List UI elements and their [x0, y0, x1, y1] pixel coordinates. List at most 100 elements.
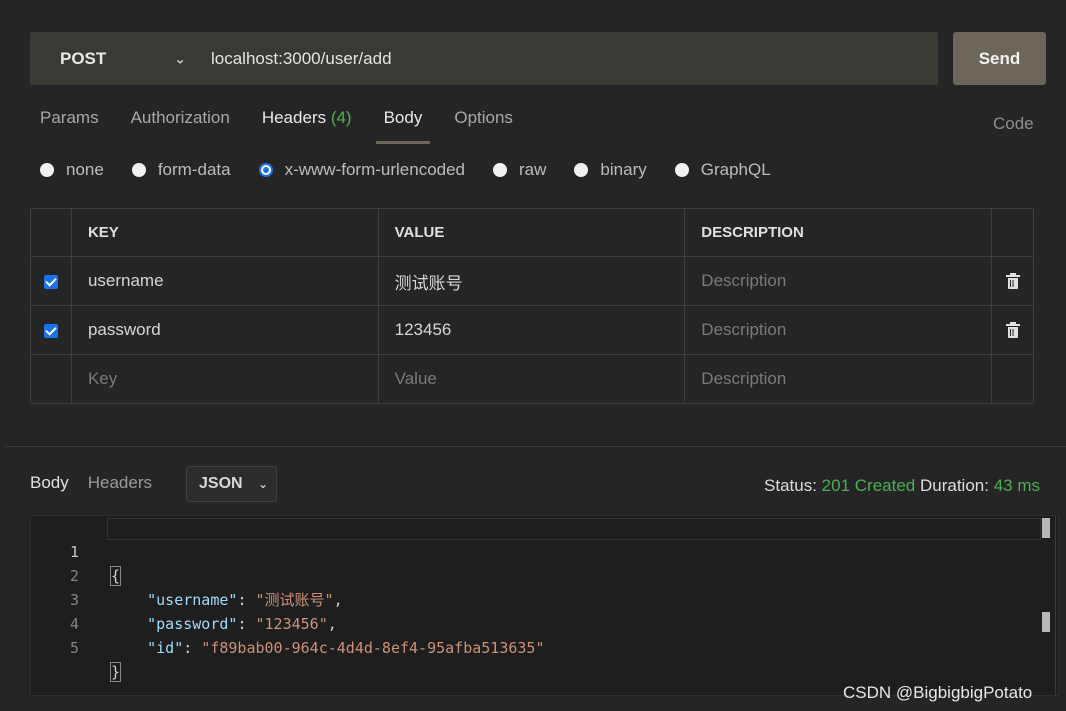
- tab-body[interactable]: Body: [375, 104, 431, 144]
- radio-label: form-data: [157, 160, 231, 179]
- watermark: CSDN @BigbigbigPotato: [843, 683, 1033, 702]
- format-select[interactable]: JSON ⌄: [186, 466, 277, 502]
- delete-cell[interactable]: [991, 256, 1034, 306]
- header-value: VALUE: [377, 208, 686, 257]
- radio-graphql[interactable]: GraphQL: [674, 160, 771, 180]
- table-row: password 123456 Description: [30, 305, 1034, 355]
- trash-icon[interactable]: [1005, 321, 1020, 338]
- value-cell[interactable]: 123456: [377, 305, 686, 355]
- row-checkbox-cell[interactable]: [30, 256, 72, 306]
- radio-label: GraphQL: [700, 160, 771, 179]
- json-value: "f89bab00-964c-4d4d-8ef4-95afba513635": [201, 639, 545, 657]
- radio-label: raw: [519, 160, 547, 179]
- checkbox-checked[interactable]: [43, 274, 58, 289]
- key-cell[interactable]: password: [70, 305, 379, 355]
- send-button[interactable]: Send: [953, 32, 1046, 85]
- section-divider: [5, 446, 1066, 447]
- scrollbar-marker[interactable]: [1042, 612, 1050, 632]
- radio-raw[interactable]: raw: [493, 160, 546, 180]
- description-cell[interactable]: Description: [684, 305, 993, 355]
- header-key: KEY: [70, 208, 379, 257]
- body-type-radios: none form-data x-www-form-urlencoded raw…: [40, 160, 799, 180]
- code-link[interactable]: Code: [993, 114, 1034, 134]
- response-tab-body[interactable]: Body: [30, 473, 69, 493]
- tab-params[interactable]: Params: [40, 104, 99, 144]
- code-line: 4 "id": "f89bab00-964c-4d4d-8ef4-95afba5…: [31, 588, 545, 657]
- checkbox-checked[interactable]: [43, 323, 58, 338]
- status-label: Status:: [764, 476, 817, 495]
- url-input[interactable]: localhost:3000/user/add: [200, 32, 938, 85]
- tab-options[interactable]: Options: [454, 104, 513, 144]
- key-cell[interactable]: username: [70, 256, 379, 306]
- params-table: KEY VALUE DESCRIPTION username 测试账号 Desc…: [30, 208, 1034, 404]
- trash-icon[interactable]: [1005, 272, 1020, 289]
- response-tab-headers[interactable]: Headers: [88, 473, 152, 493]
- table-row-new: Key Value Description: [30, 354, 1034, 404]
- json-key: "password": [147, 615, 238, 633]
- json-value: "测试账号": [255, 591, 334, 609]
- line-number: 5: [69, 639, 79, 657]
- table-row: username 测试账号 Description: [30, 256, 1034, 306]
- radio-urlencoded[interactable]: x-www-form-urlencoded: [258, 160, 466, 180]
- code-text: "username": "测试账号",: [147, 591, 343, 609]
- value-input[interactable]: Value: [377, 354, 686, 404]
- code-text: {: [109, 564, 122, 588]
- radio-none[interactable]: none: [40, 160, 104, 180]
- close-brace: }: [109, 662, 122, 682]
- json-key: "id": [147, 639, 184, 657]
- header-description: DESCRIPTION: [684, 208, 993, 257]
- tab-headers-label: Headers: [261, 108, 327, 127]
- tab-authorization[interactable]: Authorization: [131, 104, 230, 144]
- method-label: POST: [60, 48, 107, 68]
- response-code-editor[interactable]: 1 { 2 "username": "测试账号", 3 "password": …: [30, 515, 1059, 696]
- header-actions: [991, 208, 1034, 257]
- code-text: }: [109, 660, 122, 684]
- radio-label: binary: [600, 160, 647, 179]
- duration-label: Duration:: [919, 476, 989, 495]
- row-checkbox-cell[interactable]: [30, 305, 72, 355]
- delete-cell: [991, 354, 1034, 404]
- row-checkbox-cell: [30, 354, 72, 404]
- code-text: "id": "f89bab00-964c-4d4d-8ef4-95afba513…: [147, 639, 545, 657]
- radio-label: none: [66, 160, 104, 179]
- method-select[interactable]: POST ⌄: [30, 32, 200, 85]
- current-line-highlight: [107, 518, 1041, 540]
- chevron-down-icon: ⌄: [257, 477, 268, 491]
- table-header-row: KEY VALUE DESCRIPTION: [30, 208, 1034, 257]
- radio-dot[interactable]: [40, 163, 54, 177]
- description-cell[interactable]: Description: [684, 256, 993, 306]
- headers-count-badge: (4): [330, 108, 352, 127]
- status-value: 201 Created: [821, 476, 916, 495]
- scrollbar-track[interactable]: [1055, 516, 1056, 695]
- request-bar: POST ⌄ localhost:3000/user/add: [30, 32, 938, 85]
- duration-value: 43 ms: [993, 476, 1040, 495]
- format-label: JSON: [199, 475, 243, 492]
- radio-form-data[interactable]: form-data: [131, 160, 231, 180]
- radio-dot[interactable]: [674, 163, 689, 177]
- code-line: 5 }: [31, 612, 122, 682]
- chevron-down-icon: ⌄: [174, 50, 186, 66]
- description-input[interactable]: Description: [684, 354, 993, 404]
- radio-dot[interactable]: [131, 163, 146, 177]
- radio-dot[interactable]: [493, 163, 508, 177]
- code-line: 1 {: [31, 516, 122, 586]
- radio-label: x-www-form-urlencoded: [284, 160, 466, 179]
- code-text: "password": "123456",: [147, 615, 337, 633]
- radio-dot-selected[interactable]: [258, 163, 273, 177]
- code-line: 3 "password": "123456",: [31, 564, 337, 633]
- json-value: "123456": [255, 615, 328, 633]
- delete-cell[interactable]: [991, 305, 1034, 355]
- value-cell[interactable]: 测试账号: [377, 256, 686, 306]
- tab-headers[interactable]: Headers (4): [262, 104, 352, 144]
- code-line: 2 "username": "测试账号",: [31, 540, 343, 609]
- scrollbar-marker[interactable]: [1042, 518, 1050, 538]
- radio-dot[interactable]: [574, 163, 589, 177]
- header-check: [30, 208, 72, 257]
- open-brace: {: [109, 566, 122, 586]
- response-status: Status: 201 Created Duration: 43 ms: [764, 476, 1040, 496]
- json-key: "username": [147, 591, 238, 609]
- request-tabs: Params Authorization Headers (4) Body Op…: [40, 104, 545, 144]
- key-input[interactable]: Key: [70, 354, 379, 404]
- response-tabs: Body Headers: [30, 473, 171, 493]
- radio-binary[interactable]: binary: [574, 160, 647, 180]
